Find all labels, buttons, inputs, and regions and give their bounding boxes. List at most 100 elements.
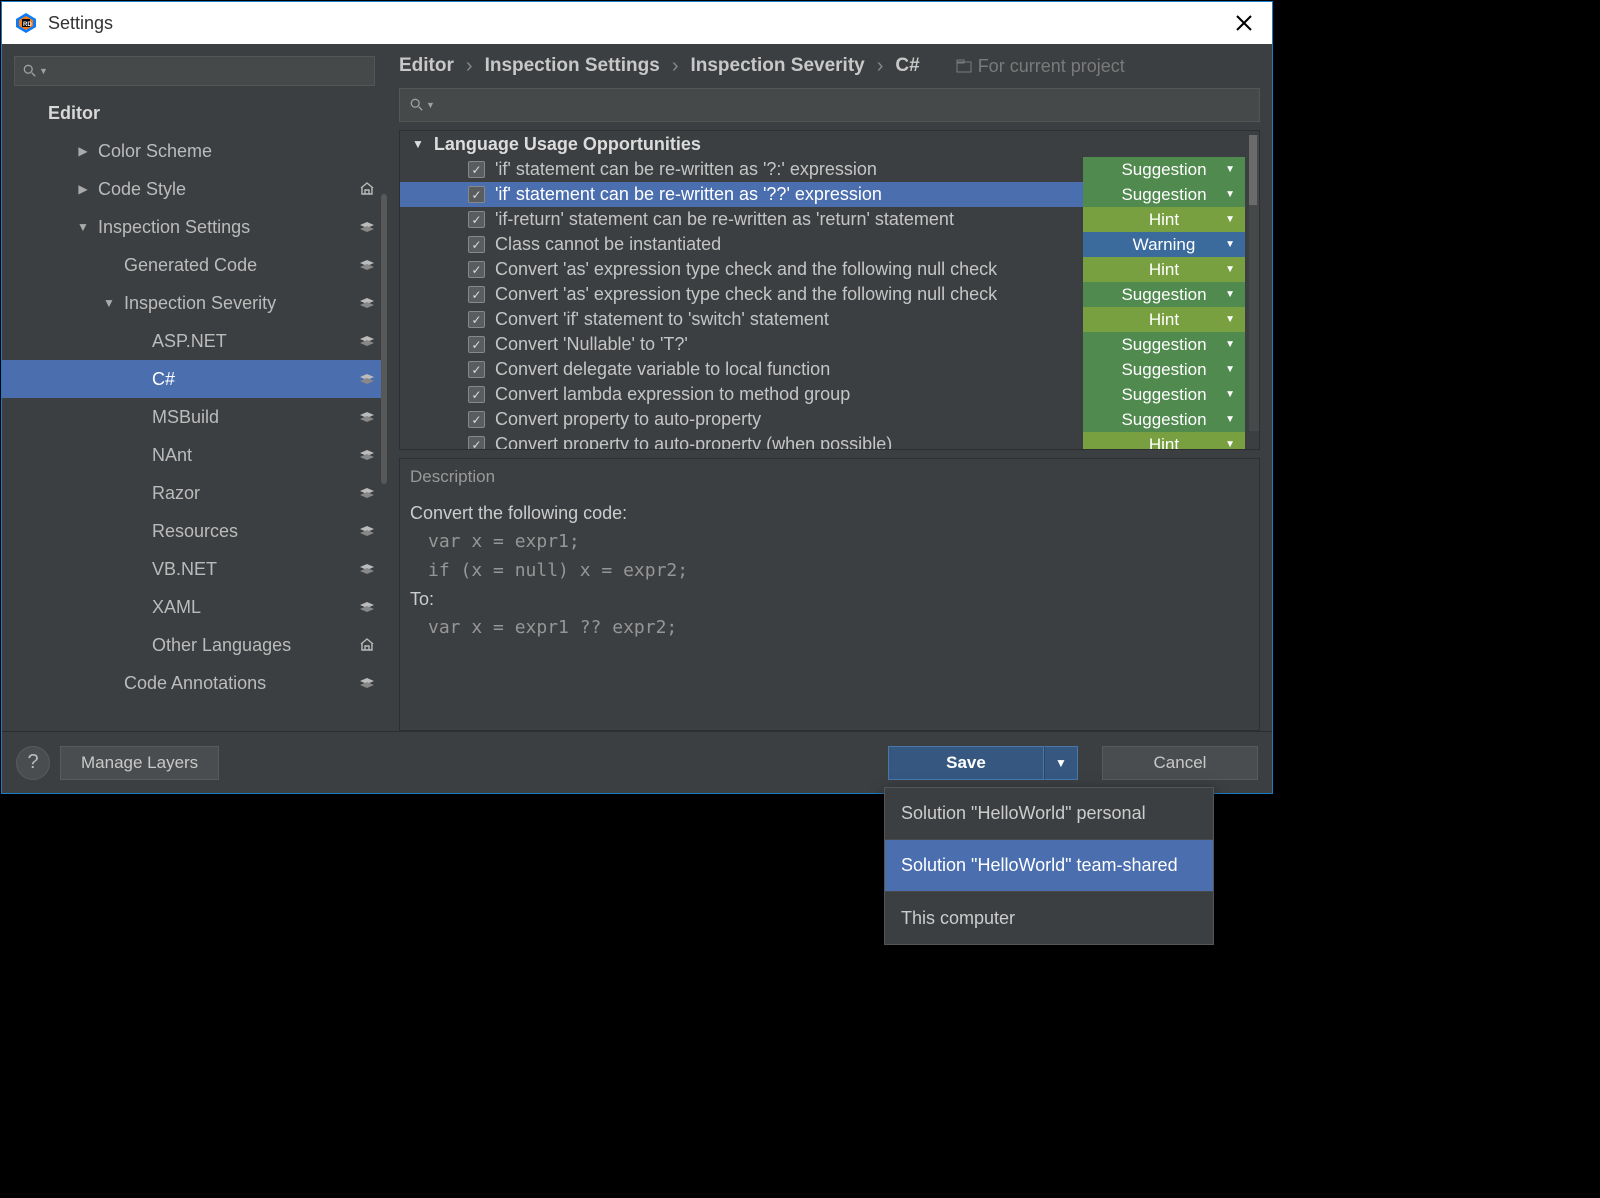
inspection-checkbox[interactable]: ✓ bbox=[468, 286, 485, 303]
breadcrumb-seg[interactable]: Editor bbox=[399, 55, 454, 77]
severity-dropdown[interactable]: Suggestion▼ bbox=[1083, 182, 1245, 207]
save-split-button: Save ▼ bbox=[888, 746, 1078, 780]
chevron-right-icon: › bbox=[668, 55, 683, 78]
inspection-scrollbar[interactable] bbox=[1249, 135, 1259, 431]
layers-icon bbox=[359, 373, 375, 385]
chevron-down-icon: ▼ bbox=[1225, 389, 1235, 400]
tree-item-xaml[interactable]: XAML bbox=[2, 588, 387, 626]
inspection-checkbox[interactable]: ✓ bbox=[468, 186, 485, 203]
save-menu-item[interactable]: Solution "HelloWorld" personal bbox=[885, 788, 1213, 840]
save-menu-item[interactable]: This computer bbox=[885, 892, 1213, 944]
manage-layers-button[interactable]: Manage Layers bbox=[60, 746, 219, 780]
sidebar: ▼ Editor ▶Color Scheme▶Code Style▼Inspec… bbox=[2, 44, 387, 731]
tree-item-c-[interactable]: C# bbox=[2, 360, 387, 398]
tree-item-label: XAML bbox=[152, 597, 359, 618]
tree-item-other-languages[interactable]: Other Languages bbox=[2, 626, 387, 664]
tree-item-razor[interactable]: Razor bbox=[2, 474, 387, 512]
inspection-checkbox[interactable]: ✓ bbox=[468, 236, 485, 253]
tree-item-label: Inspection Severity bbox=[124, 293, 359, 314]
inspection-row[interactable]: ✓ Convert 'as' expression type check and … bbox=[400, 257, 1259, 282]
layers-icon bbox=[359, 221, 375, 233]
layers-icon bbox=[359, 601, 375, 613]
chevron-right-icon: › bbox=[873, 55, 888, 78]
tree-item-color-scheme[interactable]: ▶Color Scheme bbox=[2, 132, 387, 170]
inspection-checkbox[interactable]: ✓ bbox=[468, 211, 485, 228]
save-dropdown-menu: Solution "HelloWorld" personalSolution "… bbox=[884, 787, 1214, 945]
help-button[interactable]: ? bbox=[16, 746, 50, 780]
inspection-checkbox[interactable]: ✓ bbox=[468, 261, 485, 278]
severity-dropdown[interactable]: Warning▼ bbox=[1083, 232, 1245, 257]
inspection-row[interactable]: ✓Convert lambda expression to method gro… bbox=[400, 382, 1259, 407]
inspection-checkbox[interactable]: ✓ bbox=[468, 386, 485, 403]
tree-item-generated-code[interactable]: Generated Code bbox=[2, 246, 387, 284]
sidebar-scrollbar[interactable] bbox=[381, 194, 387, 484]
save-menu-item[interactable]: Solution "HelloWorld" team-shared bbox=[885, 840, 1213, 892]
inspection-row[interactable]: ✓'if' statement can be re-written as '?:… bbox=[400, 157, 1259, 182]
severity-dropdown[interactable]: Suggestion▼ bbox=[1083, 357, 1245, 382]
inspection-row[interactable]: ✓'if' statement can be re-written as '??… bbox=[400, 182, 1259, 207]
settings-tree[interactable]: Editor ▶Color Scheme▶Code Style▼Inspecti… bbox=[2, 94, 387, 731]
severity-dropdown[interactable]: Hint▼ bbox=[1083, 432, 1245, 450]
inspection-row[interactable]: ✓Convert delegate variable to local func… bbox=[400, 357, 1259, 382]
group-title: Language Usage Opportunities bbox=[434, 134, 701, 155]
breadcrumb-seg[interactable]: C# bbox=[895, 55, 919, 77]
inspection-checkbox[interactable]: ✓ bbox=[468, 311, 485, 328]
breadcrumb: Editor › Inspection Settings › Inspectio… bbox=[387, 44, 1272, 88]
tree-item-vb-net[interactable]: VB.NET bbox=[2, 550, 387, 588]
sidebar-search-input[interactable]: ▼ bbox=[14, 56, 375, 86]
inspection-search-input[interactable]: ▼ bbox=[399, 88, 1260, 122]
tree-item-inspection-settings[interactable]: ▼Inspection Settings bbox=[2, 208, 387, 246]
severity-dropdown[interactable]: Hint▼ bbox=[1083, 207, 1245, 232]
severity-dropdown[interactable]: Suggestion▼ bbox=[1083, 382, 1245, 407]
severity-dropdown[interactable]: Hint▼ bbox=[1083, 257, 1245, 282]
layers-icon bbox=[359, 411, 375, 423]
house-icon bbox=[359, 635, 375, 656]
breadcrumb-seg[interactable]: Inspection Settings bbox=[485, 55, 660, 77]
inspection-label: 'if-return' statement can be re-written … bbox=[495, 209, 954, 230]
tree-header-editor[interactable]: Editor bbox=[2, 94, 387, 132]
inspection-list[interactable]: ▼ Language Usage Opportunities ✓'if' sta… bbox=[399, 130, 1260, 450]
save-dropdown-button[interactable]: ▼ bbox=[1044, 746, 1078, 780]
inspection-row[interactable]: ✓Convert 'if' statement to 'switch' stat… bbox=[400, 307, 1259, 332]
window-close-button[interactable] bbox=[1234, 13, 1254, 33]
inspection-checkbox[interactable]: ✓ bbox=[468, 411, 485, 428]
chevron-right-icon: › bbox=[462, 55, 477, 78]
inspection-row[interactable]: ✓Convert 'Nullable' to 'T?'Suggestion▼ bbox=[400, 332, 1259, 357]
tree-item-asp-net[interactable]: ASP.NET bbox=[2, 322, 387, 360]
inspection-label: Convert 'as' expression type check and t… bbox=[495, 284, 997, 305]
inspection-row[interactable]: ✓Convert property to auto-propertySugges… bbox=[400, 407, 1259, 432]
project-icon bbox=[956, 59, 972, 73]
inspection-group[interactable]: ▼ Language Usage Opportunities bbox=[400, 131, 1259, 157]
inspection-label: Convert 'as' expression type check and t… bbox=[495, 259, 997, 280]
inspection-row[interactable]: ✓ Class cannot be instantiated Warning▼ bbox=[400, 232, 1259, 257]
tree-item-msbuild[interactable]: MSBuild bbox=[2, 398, 387, 436]
layers-icon bbox=[359, 335, 375, 347]
severity-dropdown[interactable]: Suggestion▼ bbox=[1083, 407, 1245, 432]
inspection-checkbox[interactable]: ✓ bbox=[468, 161, 485, 178]
chevron-down-icon: ▼ bbox=[1225, 164, 1235, 175]
tree-item-code-annotations[interactable]: Code Annotations bbox=[2, 664, 387, 702]
severity-dropdown[interactable]: Suggestion▼ bbox=[1083, 157, 1245, 182]
save-button[interactable]: Save bbox=[888, 746, 1044, 780]
breadcrumb-seg[interactable]: Inspection Severity bbox=[690, 55, 864, 77]
inspection-checkbox[interactable]: ✓ bbox=[468, 436, 485, 450]
tree-item-label: ASP.NET bbox=[152, 331, 359, 352]
tree-item-inspection-severity[interactable]: ▼Inspection Severity bbox=[2, 284, 387, 322]
tree-item-nant[interactable]: NAnt bbox=[2, 436, 387, 474]
tree-item-code-style[interactable]: ▶Code Style bbox=[2, 170, 387, 208]
inspection-checkbox[interactable]: ✓ bbox=[468, 336, 485, 353]
chevron-down-icon: ▼ bbox=[412, 137, 424, 151]
search-icon bbox=[410, 98, 424, 112]
inspection-label: Class cannot be instantiated bbox=[495, 234, 721, 255]
severity-dropdown[interactable]: Hint▼ bbox=[1083, 307, 1245, 332]
inspection-row[interactable]: ✓Convert property to auto-property (when… bbox=[400, 432, 1259, 450]
close-icon bbox=[1235, 14, 1253, 32]
inspection-row[interactable]: ✓ Convert 'as' expression type check and … bbox=[400, 282, 1259, 307]
cancel-button[interactable]: Cancel bbox=[1102, 746, 1258, 780]
severity-dropdown[interactable]: Suggestion▼ bbox=[1083, 282, 1245, 307]
tree-item-resources[interactable]: Resources bbox=[2, 512, 387, 550]
severity-dropdown[interactable]: Suggestion▼ bbox=[1083, 332, 1245, 357]
inspection-checkbox[interactable]: ✓ bbox=[468, 361, 485, 378]
inspection-row[interactable]: ✓ 'if-return' statement can be re-written… bbox=[400, 207, 1259, 232]
tree-item-label: Inspection Settings bbox=[98, 217, 359, 238]
